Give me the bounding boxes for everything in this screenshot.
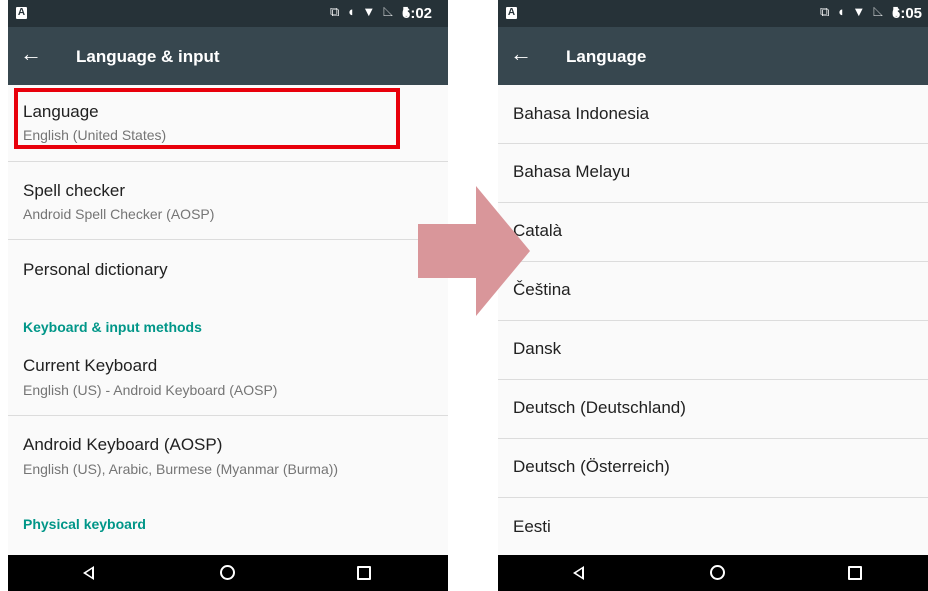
language-item[interactable]: Català <box>498 203 928 261</box>
arrow-shape <box>418 186 530 316</box>
setting-personal-dictionary[interactable]: Personal dictionary <box>8 240 448 298</box>
language-label: Deutsch (Deutschland) <box>513 398 686 417</box>
setting-spell-checker[interactable]: Spell checker Android Spell Checker (AOS… <box>8 162 448 239</box>
language-item[interactable]: Dansk <box>498 321 928 379</box>
setting-subtitle: English (US) - Android Keyboard (AOSP) <box>23 382 278 398</box>
settings-screen-language-input: A ⧉ ◖ ▼ ◺ ▮ 6:02 ← Language & input Lang… <box>8 0 448 591</box>
nav-recents-icon[interactable] <box>357 566 371 580</box>
language-label: Deutsch (Österreich) <box>513 457 670 476</box>
language-item[interactable]: Čeština <box>498 262 928 320</box>
status-bar: A ⧉ ◖ ▼ ◺ ▮ 6:02 <box>8 0 448 27</box>
setting-subtitle: Android Spell Checker (AOSP) <box>23 206 215 222</box>
category-header: Physical keyboard <box>23 516 146 532</box>
settings-list: Language English (United States) Spell c… <box>8 85 448 555</box>
setting-title: Android Keyboard (AOSP) <box>23 435 223 454</box>
notification-icon: A <box>16 7 27 19</box>
nav-back-icon[interactable] <box>573 566 584 580</box>
language-item[interactable]: Eesti <box>498 498 928 556</box>
nav-home-icon[interactable] <box>710 565 725 580</box>
nav-back-icon[interactable] <box>83 566 94 580</box>
setting-title: Personal dictionary <box>23 260 168 279</box>
navigation-bar <box>8 555 448 591</box>
setting-android-keyboard[interactable]: Android Keyboard (AOSP) English (US), Ar… <box>8 416 448 494</box>
nav-recents-icon[interactable] <box>848 566 862 580</box>
status-bar: A ⧉ ◖ ▼ ◺ ▮ 6:05 <box>498 0 928 27</box>
language-picker-screen: A ⧉ ◖ ▼ ◺ ▮ 6:05 ← Language Bahasa Indon… <box>498 0 928 591</box>
language-item[interactable]: Bahasa Melayu <box>498 144 928 202</box>
language-label: Bahasa Indonesia <box>513 104 650 123</box>
back-arrow-icon[interactable]: ← <box>20 39 42 69</box>
navigation-bar <box>498 555 928 591</box>
app-bar: ← Language <box>498 27 928 85</box>
status-icons: ⧉ ◖ ▼ ◺ ▮ <box>330 4 413 19</box>
page-title: Language & input <box>76 47 220 66</box>
notification-icon: A <box>506 7 517 19</box>
setting-subtitle: English (US), Arabic, Burmese (Myanmar (… <box>23 461 339 477</box>
nav-home-icon[interactable] <box>220 565 235 580</box>
setting-title: Spell checker <box>23 181 126 200</box>
language-label: Bahasa Melayu <box>513 162 631 181</box>
status-time: 6:02 <box>402 5 433 22</box>
back-arrow-icon[interactable]: ← <box>510 39 532 69</box>
language-item[interactable]: Deutsch (Deutschland) <box>498 380 928 438</box>
page-title: Language <box>566 47 647 66</box>
setting-current-keyboard[interactable]: Current Keyboard English (US) - Android … <box>8 340 448 415</box>
language-label: Eesti <box>513 517 551 536</box>
language-list: Bahasa Indonesia Bahasa Melayu Català Če… <box>498 85 928 555</box>
language-item[interactable]: Deutsch (Österreich) <box>498 439 928 497</box>
status-time: 6:05 <box>892 5 923 22</box>
category-header: Keyboard & input methods <box>23 319 202 335</box>
language-label: Dansk <box>513 339 562 358</box>
language-item[interactable]: Bahasa Indonesia <box>498 85 928 143</box>
highlight-box <box>14 88 400 149</box>
status-icons: ⧉ ◖ ▼ ◺ ▮ <box>820 4 903 19</box>
setting-title: Current Keyboard <box>23 356 158 375</box>
app-bar: ← Language & input <box>8 27 448 85</box>
transition-arrow-icon <box>418 186 530 316</box>
